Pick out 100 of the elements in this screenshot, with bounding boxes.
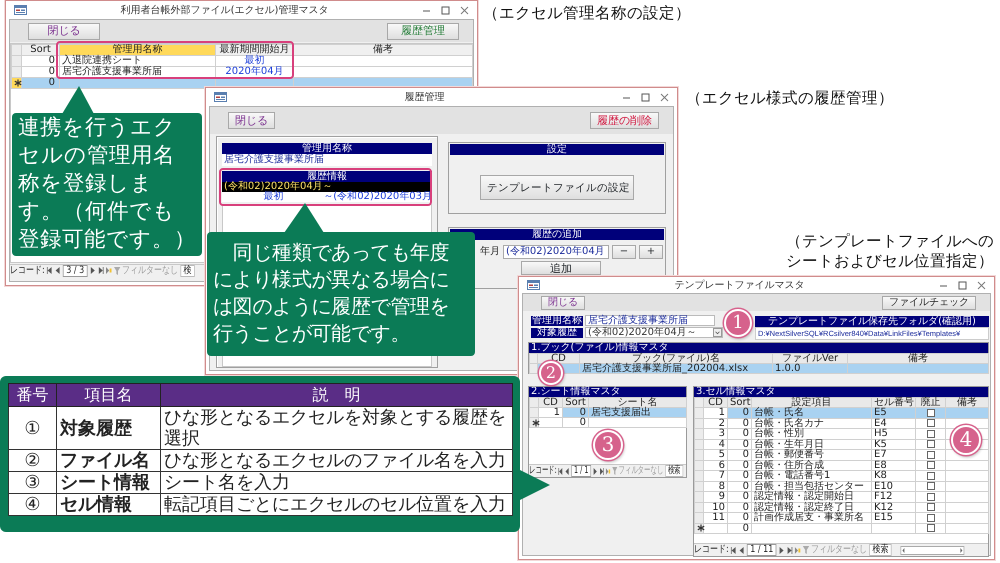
column-header[interactable]: CD [538,398,562,408]
column-header[interactable]: 最新期間開始月 [216,44,294,56]
form-icon [527,280,540,290]
form-button[interactable]: 閉じる [228,112,275,129]
table-cell: 台帳・電話番号1 [752,470,872,481]
maximize-icon[interactable] [641,92,650,102]
checkbox[interactable] [926,461,934,470]
list-row[interactable]: (令和02)2020年04月～ [222,182,432,192]
list-cell-text: 最初 [262,192,285,202]
last-record-icon[interactable] [599,468,604,474]
maximize-icon[interactable] [441,6,450,14]
filter-icon [114,266,120,274]
checkbox[interactable] [926,492,934,501]
dropdown-field[interactable]: (令和02)2020年04月～ [585,327,723,338]
record-position-field[interactable]: 1 / 11 [747,544,777,556]
search-field[interactable]: 検索 [665,465,684,477]
next-record-icon[interactable] [90,267,96,274]
search-field[interactable]: 検索 [869,544,892,556]
checkbox[interactable] [926,503,934,512]
minus-button[interactable]: − [612,244,636,258]
column-header[interactable]: Sort [22,44,60,56]
column-header[interactable]: 備考 [946,398,988,408]
checkbox[interactable] [926,440,934,448]
list-cell: ～(令和02)2020年03月 [323,192,432,202]
list-row[interactable]: 最初 ～(令和02)2020年03月 [222,192,432,202]
window-title: テンプレートファイルマスタ [674,280,804,290]
text-field[interactable]: 居宅介護支援事業所届 [585,315,715,326]
table-row[interactable]: 9 0 認定情報・認定開始日 F12 [694,492,988,502]
table-cell: 入退院連携シート [60,56,216,66]
column-header[interactable]: 備考 [848,354,988,364]
first-record-icon[interactable] [47,267,53,274]
table-row[interactable]: 6 0 台帳・住所合成 E8 [694,460,988,470]
filter-icon [802,546,810,554]
column-header[interactable]: 設定項目 [752,398,872,408]
table-cell: ② [8,450,56,472]
table-row[interactable]: 11 0 計画作成居支・事業所名 E15 [694,512,988,523]
checkbox[interactable] [926,419,934,428]
table-cell: シート情報 [56,472,160,494]
new-record-marker-icon [532,418,540,426]
table-row[interactable]: 0 入退院連携シート 最初 [12,56,472,66]
first-record-icon[interactable] [731,546,737,554]
column-header[interactable]: 廃止 [916,398,946,408]
table-row[interactable]: 1 0 台帳・氏名 E5 [694,408,988,418]
table-cell: 0 [728,523,752,534]
table-cell: 0 [728,470,752,481]
number-marker: 3 [593,430,623,460]
column-header[interactable]: Sort [728,398,752,408]
form-button[interactable]: 履歴管理 [387,22,459,40]
new-record-icon[interactable] [106,267,112,274]
column-header[interactable]: 備考 [294,44,472,56]
checkbox[interactable] [926,450,934,459]
form-button[interactable]: 履歴の削除 [590,112,659,129]
template-settings-button[interactable]: テンプレートファイルの設定 [480,175,634,200]
dropdown-arrow-icon[interactable] [713,328,722,337]
previous-record-icon[interactable] [55,267,61,274]
column-header[interactable]: ファイルVer [772,354,848,364]
last-record-icon[interactable] [98,267,104,274]
record-position-field[interactable]: 1 / 1 [571,465,591,477]
new-record-icon[interactable] [794,546,801,554]
column-header[interactable]: ブック(ファイル)名 [580,354,772,364]
new-record-icon[interactable] [606,468,610,474]
checkbox[interactable] [926,430,934,438]
previous-record-icon[interactable] [739,546,745,554]
column-header[interactable]: シート名 [588,398,686,408]
number-marker: 2 [539,361,563,385]
table-cell: ひな形となるエクセルのファイル名を入力 [160,450,512,472]
form-button[interactable]: ファイルチェック [882,296,976,310]
table-row[interactable]: 1 0 居宅支援届出 [530,408,686,418]
column-header[interactable]: セル番号 [872,398,916,408]
plus-button[interactable]: + [639,244,663,258]
form-button[interactable]: 閉じる [541,296,585,310]
close-icon[interactable] [660,92,669,102]
table-row[interactable]: 8 0 台帳・担当包括センター E10 [694,481,988,492]
table-row[interactable]: 10 0 認定情報・認定終了日 K12 [694,502,988,512]
form-button[interactable]: 閉じる [28,22,100,40]
column-header[interactable]: CD [704,398,728,408]
close-icon[interactable] [460,6,469,14]
checkbox[interactable] [926,524,934,532]
last-record-icon[interactable] [786,546,793,554]
close-icon[interactable] [977,280,986,290]
search-field[interactable]: 検 [180,264,195,276]
section-header: 履歴情報 [222,171,432,182]
horizontal-scrollbar[interactable] [900,546,965,554]
column-header[interactable]: Sort [562,398,588,408]
text-field[interactable]: 居宅介護支援事業所届 [222,154,432,166]
table-row[interactable]: 7 0 台帳・電話番号1 K8 [694,470,988,481]
first-record-icon[interactable] [558,468,564,474]
table-cell: 0 [728,439,752,450]
date-field[interactable]: (令和02)2020年04月 [503,244,609,258]
checkbox[interactable] [926,472,934,480]
column-header[interactable]: 管理用名称 [60,44,216,56]
section-header: 設定 [450,144,664,155]
record-position-field[interactable]: 3 / 3 [63,264,88,276]
add-button[interactable]: 追加 [521,261,601,275]
list-cell-text: (令和02)2020年04月～ [223,182,334,192]
checkbox[interactable] [926,482,934,490]
checkbox[interactable] [926,514,934,522]
checkbox[interactable] [926,408,934,417]
section-header: 1.ブック(ファイル)情報マスタ [529,343,988,353]
maximize-icon[interactable] [958,280,967,290]
